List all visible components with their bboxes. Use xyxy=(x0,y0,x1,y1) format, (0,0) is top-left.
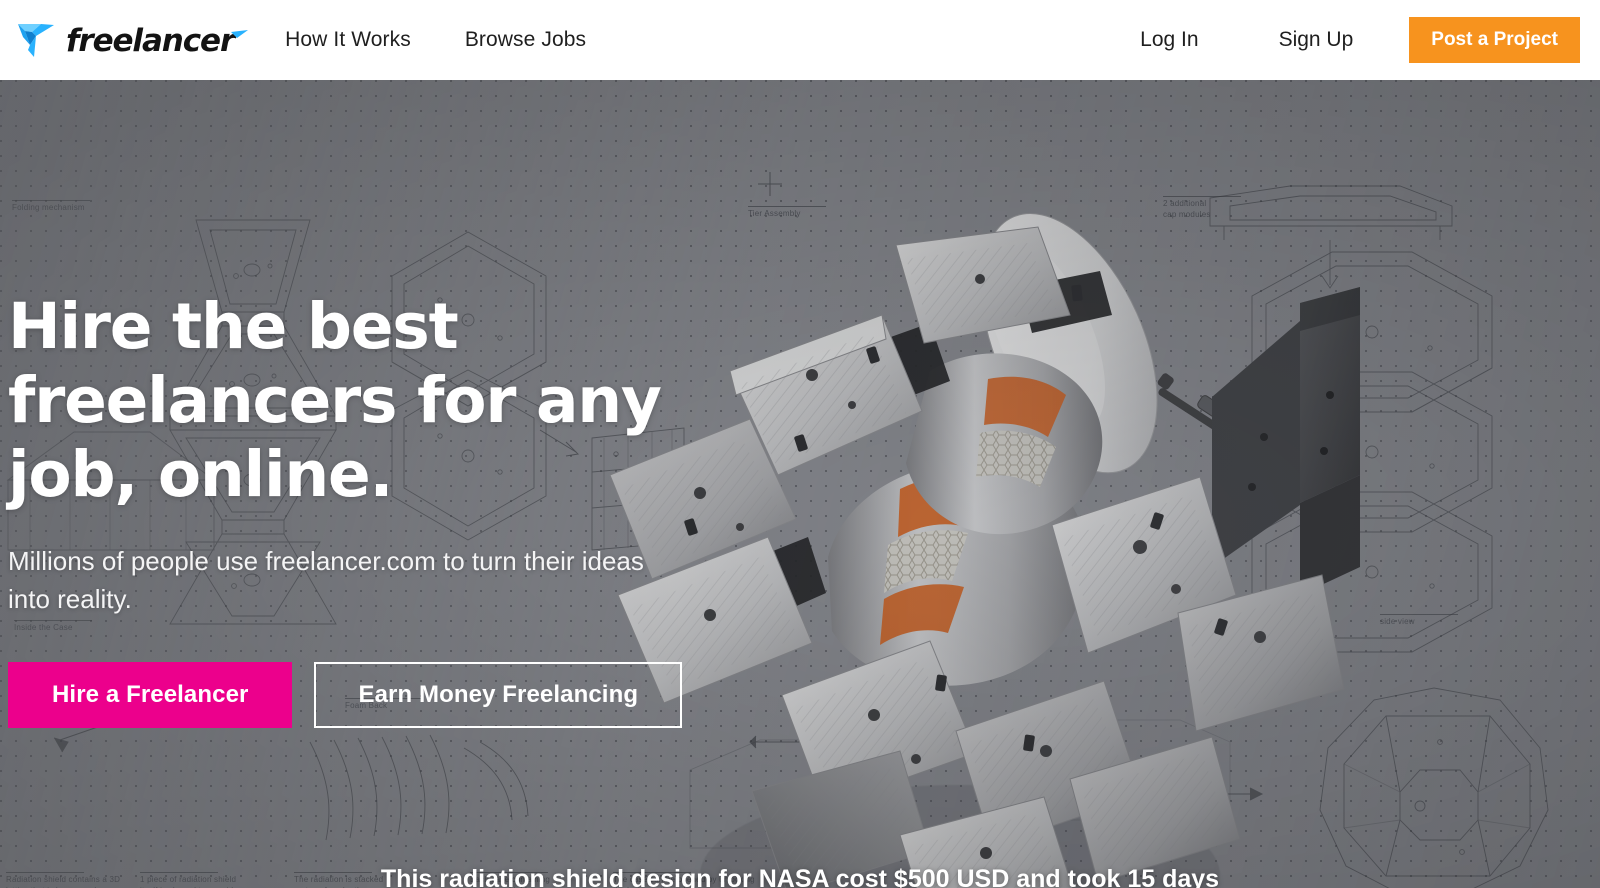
hero-caption: This radiation shield design for NASA co… xyxy=(380,865,1220,888)
logo-accent-icon xyxy=(231,28,249,40)
logo-wordmark: freelancer xyxy=(66,23,235,59)
primary-nav: How It Works Browse Jobs xyxy=(285,28,586,52)
hero-section: Folding mechanism Tier Assembly A single… xyxy=(0,80,1600,888)
nav-browse-jobs[interactable]: Browse Jobs xyxy=(465,28,586,52)
site-header: freelancer How It Works Browse Jobs Log … xyxy=(0,0,1600,80)
signup-link[interactable]: Sign Up xyxy=(1239,28,1394,52)
hire-a-freelancer-button[interactable]: Hire a Freelancer xyxy=(8,662,293,728)
logo[interactable]: freelancer xyxy=(14,17,249,63)
nav-how-it-works[interactable]: How It Works xyxy=(285,28,411,52)
hero-cta-row: Hire a Freelancer Earn Money Freelancing xyxy=(8,662,700,728)
post-a-project-button[interactable]: Post a Project xyxy=(1409,17,1580,63)
hero-subheadline: Millions of people use freelancer.com to… xyxy=(8,546,644,614)
hero-content: Hire the best freelancers for any job, o… xyxy=(0,80,700,728)
login-link[interactable]: Log In xyxy=(1100,28,1238,52)
header-actions: Log In Sign Up Post a Project xyxy=(1100,17,1580,63)
freelancer-bird-logo-icon xyxy=(14,17,60,63)
earn-money-freelancing-button[interactable]: Earn Money Freelancing xyxy=(314,662,683,728)
hero-headline: Hire the best freelancers for any job, o… xyxy=(8,290,662,511)
